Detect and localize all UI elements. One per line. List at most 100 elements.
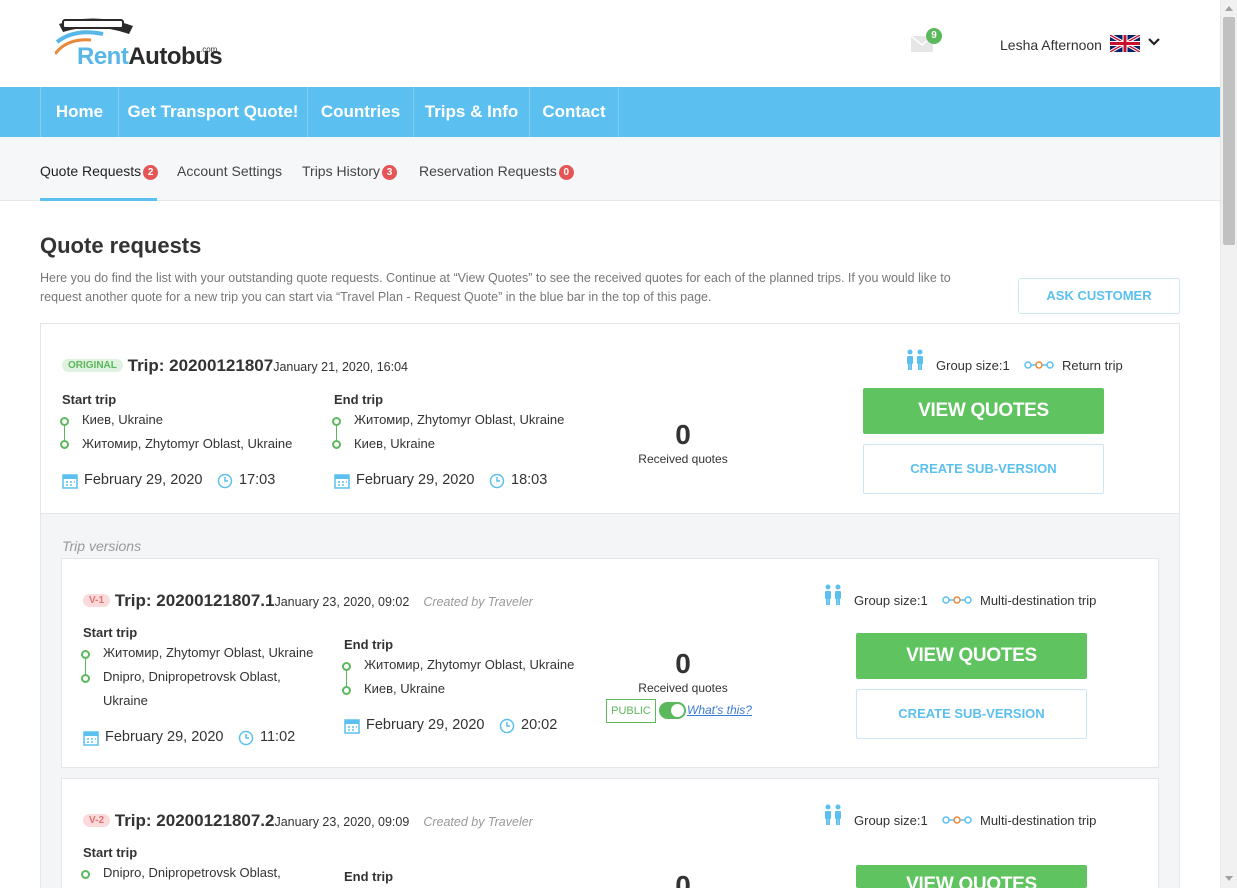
tab-label: Reservation Requests (419, 163, 557, 179)
start-trip-label: Start trip (62, 392, 117, 407)
calendar-icon (83, 731, 99, 746)
view-quotes-button[interactable]: VIEW QUOTES (856, 865, 1087, 888)
tab-badge: 0 (558, 165, 574, 180)
trip-type: Multi-destination trip (980, 593, 1097, 608)
tab-label: Account Settings (177, 163, 283, 179)
user-name[interactable]: Lesha Afternoon (1000, 37, 1102, 53)
trip-heading: V-2 Trip: 20200121807.2January 23, 2020,… (83, 811, 533, 831)
location-dot-icon (81, 674, 90, 683)
tab-account-settings[interactable]: Account Settings (177, 163, 282, 179)
received-quotes-count: 0 (675, 648, 691, 679)
view-quotes-button[interactable]: VIEW QUOTES (863, 388, 1104, 434)
page-scrollbar[interactable] (1220, 0, 1237, 888)
trip-created-by: Created by Traveler (423, 595, 533, 609)
start-to: Dnipro, Dnipropetrovsk Oblast, Ukraine (103, 669, 281, 708)
people-icon (825, 804, 841, 825)
page-title: Quote requests (40, 233, 202, 258)
clock-icon (489, 473, 505, 489)
route-icon (1024, 361, 1054, 369)
trip-date: January 21, 2020, 16:04 (273, 360, 409, 374)
site-logo[interactable]: RentAutobus .com (55, 14, 223, 72)
create-sub-version-button[interactable]: CREATE SUB-VERSION (856, 689, 1087, 739)
group-size: Group size:1 (854, 813, 928, 828)
location-dot-icon (60, 417, 69, 426)
received-quotes-label: Received quotes (638, 452, 728, 466)
location-dot-icon (332, 440, 341, 449)
people-icon (825, 584, 841, 605)
uk-flag-icon[interactable] (1110, 35, 1140, 52)
end-from: Житомир, Zhytomyr Oblast, Ukraine (364, 657, 575, 672)
mail-count-badge: 9 (926, 28, 942, 44)
calendar-icon (62, 474, 78, 489)
tab-label: Trips History (302, 163, 381, 179)
trip-type: Multi-destination trip (980, 813, 1097, 828)
scroll-thumb[interactable] (1223, 17, 1235, 245)
nav-home[interactable]: Home (40, 87, 118, 137)
trip-number: Trip: 20200121807.2 (114, 811, 275, 830)
trip-number: Trip: 20200121807.1 (114, 591, 275, 610)
logo-rent: Rent (77, 43, 129, 70)
active-tab-indicator (40, 198, 157, 201)
start-from: Dnipro, Dnipropetrovsk Oblast, (103, 865, 281, 880)
clock-icon (499, 718, 515, 734)
start-time: 17:03 (239, 472, 276, 488)
public-tag: PUBLIC (606, 699, 656, 723)
nav-trips-info[interactable]: Trips & Info (413, 87, 529, 137)
start-date: February 29, 2020 (84, 472, 203, 488)
tab-trips-history[interactable]: Trips History 3 (302, 163, 398, 180)
received-quotes-label: Received quotes (638, 681, 728, 695)
trip-heading: ORIGINAL Trip: 20200121807January 21, 20… (62, 356, 408, 376)
start-from: Киев, Ukraine (82, 412, 163, 427)
calendar-icon (344, 719, 360, 734)
received-quotes-count: 0 (675, 870, 691, 888)
public-toggle[interactable] (659, 702, 686, 719)
group-size: Group size:1 (854, 593, 928, 608)
nav-countries[interactable]: Countries (307, 87, 413, 137)
end-to: Киев, Ukraine (354, 436, 435, 451)
main-nav: Home Get Transport Quote! Countries Trip… (0, 87, 1220, 137)
start-trip-label: Start trip (83, 845, 138, 860)
chevron-down-icon[interactable] (1148, 37, 1160, 47)
end-date: February 29, 2020 (366, 717, 485, 733)
trip-number: Trip: 20200121807 (127, 356, 274, 375)
trip-created-by: Created by Traveler (423, 815, 533, 829)
ask-customer-service-button[interactable]: ASK CUSTOMER SERVICE (1018, 278, 1180, 337)
whats-this-link[interactable]: What's this? (687, 703, 752, 717)
trip-type: Return trip (1062, 358, 1123, 373)
trip-versions-label: Trip versions (62, 538, 142, 554)
people-icon (907, 349, 923, 370)
calendar-icon (334, 474, 350, 489)
trip-date: January 23, 2020, 09:02 (274, 595, 410, 609)
tab-badge: 2 (143, 165, 159, 180)
scroll-up-arrow-icon[interactable] (1225, 6, 1233, 11)
trip-date: January 23, 2020, 09:09 (274, 815, 410, 829)
location-dot-icon (60, 440, 69, 449)
view-quotes-button[interactable]: VIEW QUOTES (856, 633, 1087, 679)
scroll-down-arrow-icon[interactable] (1225, 876, 1233, 881)
route-icon (942, 596, 972, 604)
tab-label: Quote Requests (40, 163, 142, 179)
create-sub-version-button[interactable]: CREATE SUB-VERSION (863, 444, 1104, 494)
end-trip-label: End trip (334, 392, 384, 407)
location-dot-icon (332, 417, 341, 426)
clock-icon (238, 730, 254, 746)
start-time: 11:02 (260, 729, 296, 745)
nav-get-transport-quote[interactable]: Get Transport Quote! (118, 87, 307, 137)
start-date: February 29, 2020 (105, 729, 224, 745)
location-dot-icon (81, 870, 90, 879)
received-quotes-count: 0 (675, 419, 691, 450)
group-size: Group size:1 (936, 358, 1010, 373)
end-trip-label: End trip (344, 637, 394, 652)
trip-tag: V-2 (83, 814, 111, 827)
tab-quote-requests[interactable]: Quote Requests 2 (40, 163, 159, 180)
tab-reservation-requests[interactable]: Reservation Requests 0 (419, 163, 574, 180)
end-date: February 29, 2020 (356, 472, 475, 488)
site-header: RentAutobus .com 9 Lesha Afternoon (0, 0, 1220, 87)
end-time: 20:02 (521, 717, 558, 733)
intro-text: Here you do find the list with your outs… (40, 271, 951, 304)
nav-contact[interactable]: Contact (529, 87, 619, 137)
end-time: 18:03 (511, 472, 548, 488)
trip-heading: V-1 Trip: 20200121807.1January 23, 2020,… (83, 591, 533, 611)
location-dot-icon (342, 662, 351, 671)
start-trip-label: Start trip (83, 625, 138, 640)
